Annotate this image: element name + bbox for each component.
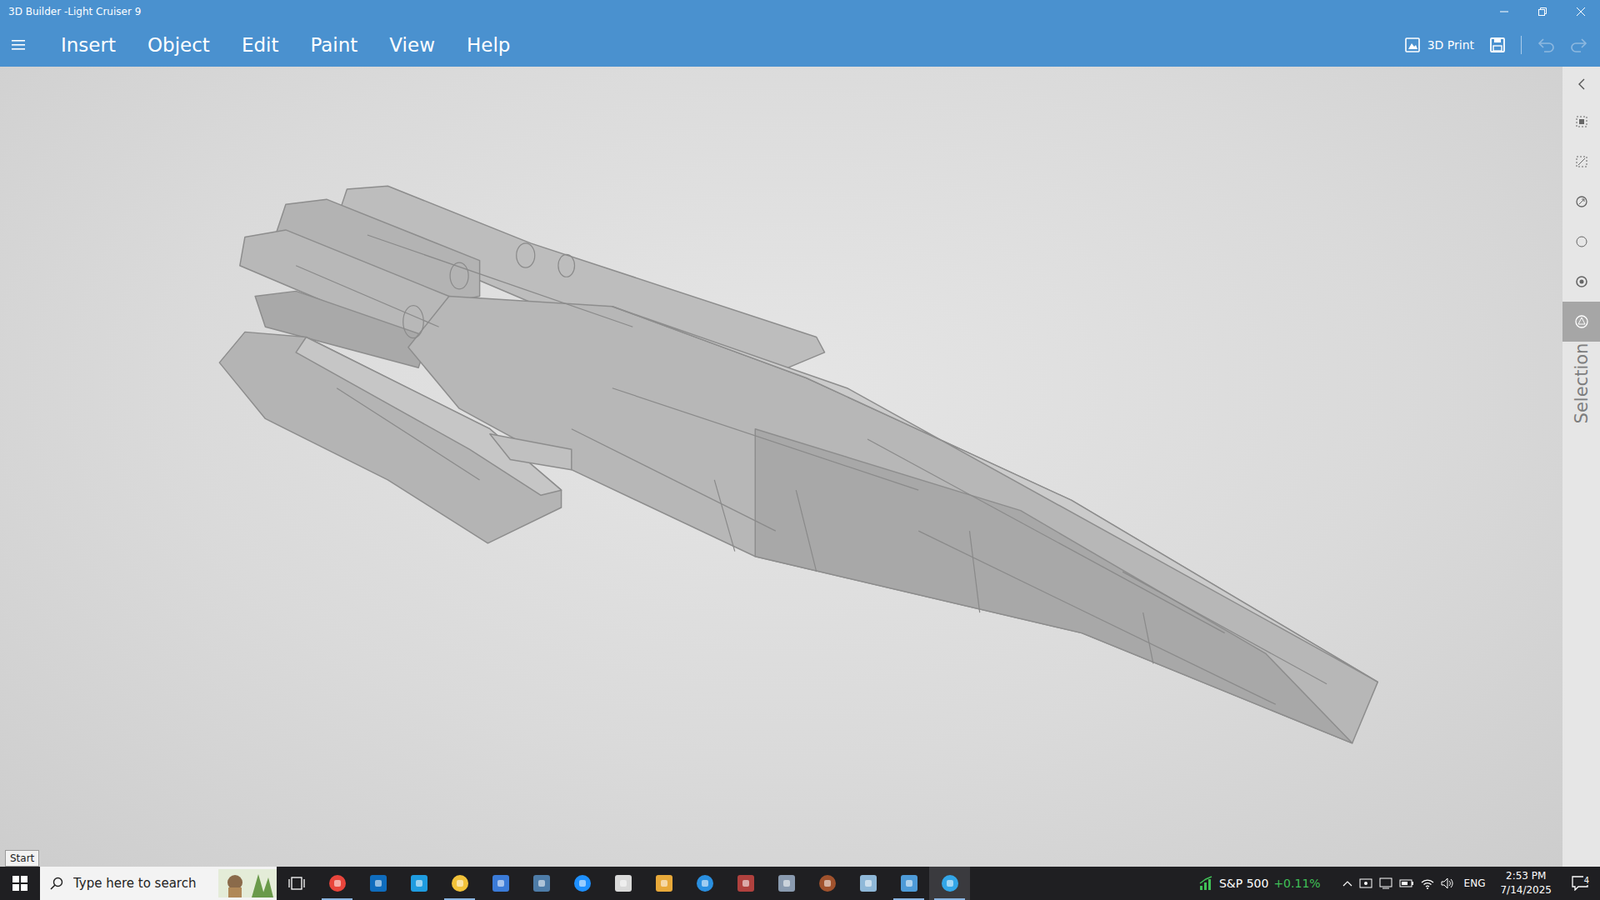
side-panel-label: Selection (1571, 343, 1592, 425)
taskbar-app-icon[interactable] (643, 866, 685, 900)
taskbar-app-icon[interactable] (520, 866, 562, 900)
circle-tool-icon[interactable] (1562, 221, 1600, 262)
menu-item[interactable]: Edit (225, 29, 295, 61)
viewport-canvas[interactable]: Start (0, 66, 1563, 867)
snap-icon[interactable] (1562, 261, 1600, 302)
taskbar-app-icon[interactable] (888, 866, 930, 900)
side-label-wrap: Selection (1562, 341, 1600, 425)
stock-chart-icon (1199, 875, 1215, 891)
taskbar-app-icon[interactable] (765, 866, 807, 900)
restore-icon[interactable] (1523, 0, 1562, 23)
clock-date: 7/14/2025 (1500, 883, 1552, 898)
taskbar-app-icon[interactable] (847, 866, 889, 900)
taskbar-app-icon[interactable] (316, 866, 358, 900)
taskbar-app-icon[interactable] (398, 866, 440, 900)
system-tray: S&P 500 +0.11% ENG 2:53 PM7/14/2025 4 (1199, 866, 1600, 900)
volume-icon[interactable] (1440, 877, 1455, 890)
main-area: Start Selection (0, 66, 1600, 867)
taskbar-app-icon[interactable] (684, 866, 725, 900)
menu-items: InsertObjectEditPaintViewHelp (45, 29, 1405, 61)
print-label: 3D Print (1427, 38, 1475, 52)
notification-button[interactable]: 4 (1563, 875, 1597, 891)
hamburger-icon[interactable] (0, 40, 37, 50)
taskbar-app-icon[interactable] (357, 866, 399, 900)
select-faces-icon[interactable] (1562, 141, 1600, 182)
minimize-icon[interactable] (1485, 0, 1524, 23)
stock-change: +0.11% (1273, 876, 1320, 890)
taskbar: S&P 500 +0.11% ENG 2:53 PM7/14/2025 4 (0, 866, 1600, 900)
menu-item[interactable]: View (373, 29, 451, 61)
menu-item[interactable]: Paint (294, 29, 374, 61)
taskbar-app-icon[interactable] (806, 866, 848, 900)
stock-widget[interactable]: S&P 500 +0.11% (1199, 875, 1321, 891)
side-panel: Selection (1562, 66, 1600, 867)
taskbar-app-icon[interactable] (725, 866, 766, 900)
redo-icon[interactable] (1570, 36, 1589, 54)
rotate-icon[interactable] (1562, 181, 1600, 222)
collapse-chevron-icon[interactable] (1562, 66, 1600, 102)
taskbar-app-icon[interactable] (561, 866, 603, 900)
search-icon (50, 876, 64, 890)
tray-chevron-icon[interactable] (1342, 879, 1353, 888)
select-objects-icon[interactable] (1562, 101, 1600, 142)
battery-icon[interactable] (1399, 878, 1415, 889)
menu-item[interactable]: Object (131, 29, 226, 61)
search-highlight-icon[interactable] (218, 869, 277, 898)
toolbar-separator (1520, 35, 1522, 55)
wifi-icon[interactable] (1420, 877, 1435, 890)
windows-start-icon[interactable] (0, 866, 40, 900)
undo-icon[interactable] (1536, 36, 1555, 54)
clock[interactable]: 2:53 PM7/14/2025 (1495, 869, 1557, 898)
stock-label: S&P 500 (1219, 876, 1269, 890)
notification-count: 4 (1583, 875, 1590, 885)
taskbar-app-icon[interactable] (480, 866, 521, 900)
close-icon[interactable] (1561, 0, 1600, 23)
search-box[interactable] (40, 866, 277, 900)
toolbar: 3D Print (1404, 35, 1600, 55)
clock-time: 2:53 PM (1505, 869, 1546, 884)
menu-bar: InsertObjectEditPaintViewHelp 3D Print (0, 22, 1600, 67)
device-icon[interactable] (1379, 877, 1393, 890)
task-view-icon[interactable] (276, 866, 317, 900)
menu-item[interactable]: Insert (45, 29, 132, 61)
window-controls (1485, 0, 1600, 23)
print-3d-icon (1404, 36, 1421, 54)
start-tooltip: Start (5, 850, 40, 867)
print-button[interactable]: 3D Print (1404, 36, 1475, 54)
title-bar: 3D Builder -Light Cruiser 9 (0, 0, 1600, 23)
menu-item[interactable]: Help (450, 29, 526, 61)
save-icon[interactable] (1489, 36, 1506, 54)
taskbar-apps (316, 866, 1200, 900)
language-indicator[interactable]: ENG (1460, 877, 1490, 890)
meet-icon[interactable] (1359, 877, 1373, 890)
selection-mode-icon[interactable] (1562, 301, 1600, 342)
taskbar-app-icon[interactable] (602, 866, 644, 900)
window-title: 3D Builder -Light Cruiser 9 (0, 5, 1485, 18)
taskbar-app-icon[interactable] (929, 866, 970, 900)
search-input[interactable] (71, 875, 210, 892)
taskbar-app-icon[interactable] (439, 866, 480, 900)
